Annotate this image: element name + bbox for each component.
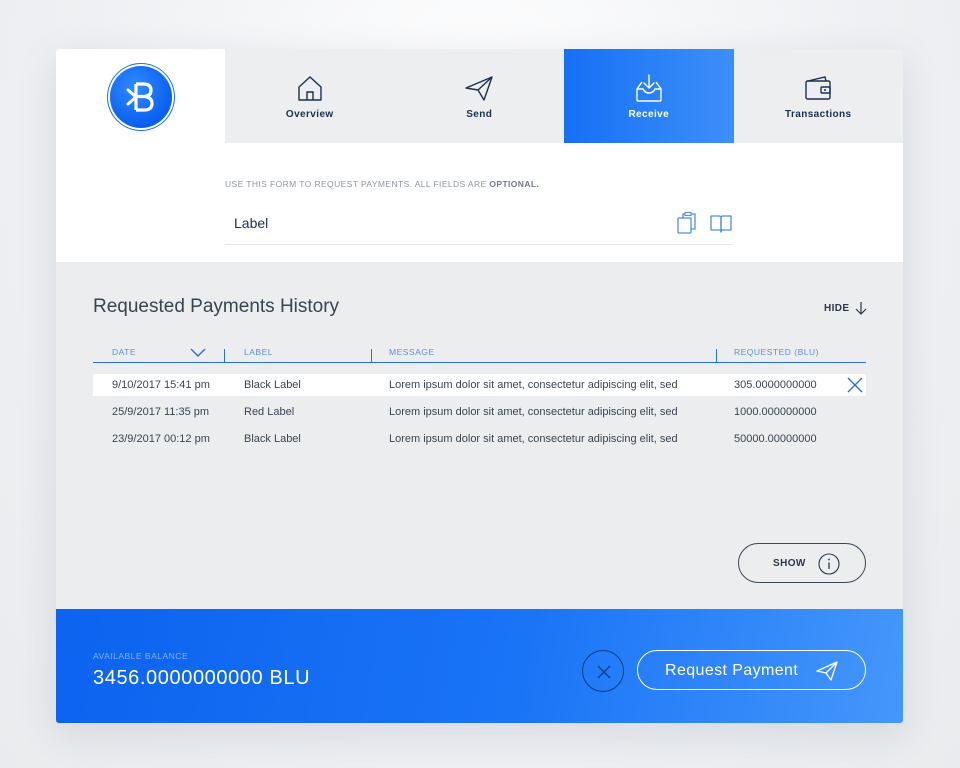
row-date: 23/9/2017 00:12 pm — [112, 433, 210, 445]
close-icon[interactable] — [846, 376, 864, 394]
row-amount: 50000.00000000 — [734, 433, 817, 445]
show-button[interactable]: SHOW — [738, 543, 866, 583]
app-window: Overview Send Receive Transactions USE T… — [56, 49, 903, 723]
tab-receive-label: Receive — [628, 109, 670, 120]
column-divider — [716, 349, 717, 363]
receive-form: USE THIS FORM TO REQUEST PAYMENTS. ALL F… — [56, 143, 903, 262]
tab-overview-label: Overview — [285, 109, 334, 120]
form-hint-optional: OPTIONAL. — [489, 179, 540, 189]
history-title: Requested Payments History — [93, 296, 340, 317]
wallet-icon — [805, 76, 831, 100]
label-field[interactable]: Label — [225, 203, 733, 245]
hide-button[interactable]: HIDE — [824, 301, 867, 315]
paper-plane-icon — [816, 661, 838, 681]
request-payment-label: Request Payment — [665, 662, 799, 679]
tab-overview[interactable]: Overview — [225, 49, 395, 143]
hide-button-label: HIDE — [824, 302, 850, 314]
balance-value: 3456.0000000000 BLU — [93, 667, 311, 689]
label-field-icons — [675, 211, 733, 235]
row-label: Black Label — [244, 433, 301, 445]
home-icon — [298, 76, 322, 101]
top-nav: Overview Send Receive Transactions — [56, 49, 903, 143]
request-payment-button[interactable]: Request Payment — [637, 650, 866, 690]
address-book-icon[interactable] — [709, 211, 733, 235]
column-date[interactable]: DATE — [112, 347, 136, 357]
row-message: Lorem ipsum dolor sit amet, consectetur … — [389, 379, 678, 391]
blu-logo-icon[interactable] — [110, 66, 172, 128]
tab-transactions-label: Transactions — [785, 109, 852, 120]
form-hint-text: USE THIS FORM TO REQUEST PAYMENTS. ALL F… — [225, 179, 490, 189]
table-header: DATE LABEL MESSAGE REQUESTED (BLU) — [93, 345, 866, 363]
close-icon — [597, 665, 611, 679]
table-row[interactable]: 25/9/2017 11:35 pm Red Label Lorem ipsum… — [93, 401, 866, 423]
tab-send-label: Send — [466, 109, 493, 120]
history-table-body: 9/10/2017 15:41 pm Black Label Lorem ips… — [93, 374, 866, 455]
row-amount: 305.0000000000 — [734, 379, 817, 391]
column-message[interactable]: MESSAGE — [389, 347, 435, 357]
row-date: 9/10/2017 15:41 pm — [112, 379, 210, 391]
row-label: Red Label — [244, 406, 295, 418]
balance-label: AVAILABLE BALANCE — [93, 651, 189, 661]
row-message: Lorem ipsum dolor sit amet, consectetur … — [389, 406, 678, 418]
sort-chevron-down-icon[interactable] — [190, 348, 206, 358]
column-divider — [371, 349, 372, 363]
column-divider — [224, 349, 225, 363]
cancel-button[interactable] — [582, 650, 624, 692]
arrow-down-icon — [855, 302, 866, 315]
row-date: 25/9/2017 11:35 pm — [112, 406, 210, 418]
row-label: Black Label — [244, 379, 301, 391]
tab-receive[interactable]: Receive — [564, 49, 734, 143]
clipboard-icon[interactable] — [675, 211, 699, 235]
row-amount: 1000.000000000 — [734, 406, 817, 418]
tab-send[interactable]: Send — [394, 49, 564, 143]
show-button-label: SHOW — [773, 558, 806, 569]
row-message: Lorem ipsum dolor sit amet, consectetur … — [389, 433, 678, 445]
label-field-text[interactable]: Label — [234, 215, 268, 231]
tab-transactions[interactable]: Transactions — [733, 49, 903, 143]
column-label[interactable]: LABEL — [244, 347, 273, 357]
paper-plane-icon — [465, 76, 493, 101]
footer-bar: AVAILABLE BALANCE 3456.0000000000 BLU Re… — [56, 609, 903, 723]
column-requested[interactable]: REQUESTED (BLU) — [734, 347, 819, 357]
table-row[interactable]: 23/9/2017 00:12 pm Black Label Lorem ips… — [93, 428, 866, 450]
logo-cell — [56, 49, 225, 143]
info-icon — [818, 553, 840, 575]
form-hint: USE THIS FORM TO REQUEST PAYMENTS. ALL F… — [225, 179, 539, 189]
table-row[interactable]: 9/10/2017 15:41 pm Black Label Lorem ips… — [93, 374, 866, 396]
inbox-download-icon — [636, 74, 662, 102]
